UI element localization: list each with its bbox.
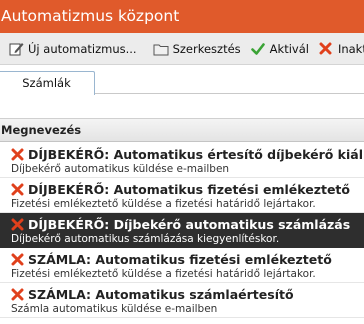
activate-button[interactable]: Aktivál (250, 33, 309, 64)
table-row[interactable]: DÍJBEKÉRŐ: Automatikus fizetési emlékezt… (0, 178, 364, 213)
edit-pencil-icon (8, 41, 24, 57)
deactivate-label: Inaktivál (337, 41, 364, 56)
row-description: Díjbekérő automatikus számlázása kiegyen… (11, 233, 280, 245)
row-description: Díjbekérő automatikus küldése e-mailben (11, 163, 230, 175)
inactive-x-icon (11, 288, 24, 301)
row-title: DÍJBEKÉRŐ: Automatikus fizetési emlékezt… (28, 181, 350, 197)
row-title: SZÁMLA: Automatikus fizetési emlékeztető (28, 251, 332, 267)
table-row[interactable]: DÍJBEKÉRŐ: Automatikus értesítő díjbekér… (0, 143, 364, 178)
tab-strip: Számlák (0, 65, 364, 95)
inactive-x-icon (11, 218, 24, 231)
inactive-x-icon (11, 148, 24, 161)
tab-szamlak[interactable]: Számlák (0, 71, 95, 95)
table-row-selected[interactable]: DÍJBEKÉRŐ: Díjbekérő automatikus számláz… (0, 213, 364, 248)
window-title: Automatizmus központ (0, 0, 364, 33)
close-x-icon (318, 41, 334, 57)
column-header-name[interactable]: Megnevezés (0, 118, 364, 142)
automation-list: DÍJBEKÉRŐ: Automatikus értesítő díjbekér… (0, 143, 364, 318)
deactivate-button[interactable]: Inaktivál (318, 33, 364, 64)
edit-label: Szerkesztés (172, 41, 241, 56)
folder-icon (153, 41, 169, 57)
row-title: DÍJBEKÉRŐ: Díjbekérő automatikus számláz… (28, 216, 351, 232)
toolbar: Új automatizmus... Szerkesztés Aktivál I… (0, 33, 364, 65)
table-row[interactable]: SZÁMLA: Automatikus számlaértesítő Száml… (0, 283, 364, 318)
row-description: Fizetési emlékeztető küldése a fizetési … (11, 198, 316, 210)
check-icon (250, 41, 266, 57)
row-description: Fizetési emlékeztető küldése a fizetési … (11, 268, 316, 280)
row-description: Számla automatikus küldése e-mailben (11, 303, 218, 315)
row-title: SZÁMLA: Automatikus számlaértesítő (28, 286, 294, 302)
row-title: DÍJBEKÉRŐ: Automatikus értesítő díjbekér… (28, 146, 364, 162)
edit-button[interactable]: Szerkesztés (153, 33, 241, 64)
inactive-x-icon (11, 253, 24, 266)
activate-label: Aktivál (269, 41, 309, 56)
new-automation-label: Új automatizmus... (28, 41, 137, 56)
table-row[interactable]: SZÁMLA: Automatikus fizetési emlékeztető… (0, 248, 364, 283)
inactive-x-icon (11, 183, 24, 196)
new-automation-button[interactable]: Új automatizmus... (8, 33, 137, 64)
